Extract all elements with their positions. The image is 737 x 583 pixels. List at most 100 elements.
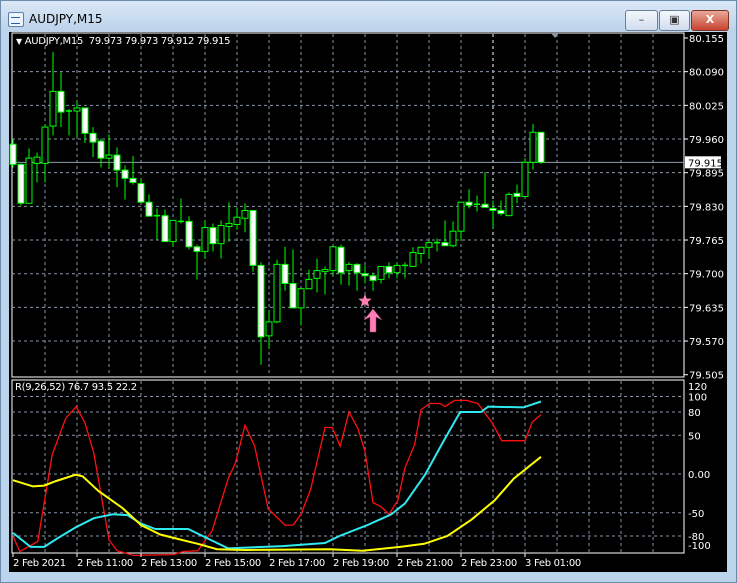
candle-body-bearish	[113, 154, 121, 171]
indicator-tick-label: -50	[688, 509, 704, 520]
candle	[337, 244, 345, 285]
candle-body-bearish	[81, 107, 89, 134]
candle	[513, 184, 521, 204]
time-tick-label: 2 Feb 11:00	[77, 558, 133, 569]
candle	[154, 208, 160, 240]
indicator-label: R(9,26,52) 76.7 93.5 22.2	[15, 382, 137, 393]
candle	[289, 249, 297, 309]
candle	[369, 272, 377, 291]
time-tick-label: 2 Feb 15:00	[205, 558, 261, 569]
candle-body-bullish	[41, 126, 49, 164]
candle	[66, 108, 72, 136]
candle-body-bullish	[225, 222, 233, 228]
candle-body-bearish	[137, 183, 145, 203]
time-tick-label: 2 Feb 19:00	[333, 558, 389, 569]
candle	[113, 147, 121, 188]
candle	[474, 195, 480, 212]
price-tick-label: 79.960	[689, 135, 724, 146]
candle-body-bearish	[481, 203, 489, 208]
candle-body-bullish	[305, 278, 313, 290]
candle	[353, 263, 361, 291]
candle-body-bearish	[361, 273, 369, 277]
candle-body-bullish	[417, 246, 425, 254]
candle	[505, 192, 513, 217]
candle-body-bullish	[73, 107, 81, 112]
candle	[17, 163, 25, 206]
candle-body-bullish	[393, 264, 401, 274]
price-tick-label: 79.570	[689, 337, 724, 348]
indicator-tick-label: -100	[688, 541, 711, 552]
indicator-line-yellow	[12, 456, 542, 552]
candle-body-bearish	[513, 192, 521, 198]
candle	[457, 201, 465, 241]
candle-body-bullish	[201, 227, 209, 252]
candle-body-bullish	[169, 219, 177, 243]
candle-body-bullish	[329, 246, 337, 272]
candle-body-bullish	[49, 90, 57, 127]
candle	[409, 247, 417, 267]
candle-body-bearish	[249, 209, 257, 266]
candle-body-bearish	[17, 163, 25, 204]
candle	[129, 156, 137, 185]
time-tick-label: 2 Feb 23:00	[461, 558, 517, 569]
candle	[305, 269, 313, 290]
candle	[425, 240, 433, 259]
candle	[465, 189, 473, 209]
candle-body-bullish	[33, 156, 41, 164]
candle	[178, 198, 184, 224]
candle	[313, 258, 321, 293]
candle	[241, 203, 249, 233]
candle-body-bullish	[313, 270, 321, 279]
candle	[393, 262, 401, 279]
candle-body-bearish	[57, 90, 65, 113]
candle	[257, 262, 265, 365]
candle-body-bullish	[409, 251, 417, 267]
candle	[281, 246, 289, 291]
collapse-arrow-icon[interactable]: ▼	[16, 37, 22, 46]
price-tick-label: 79.830	[689, 202, 724, 213]
candle-body-bearish	[193, 246, 201, 252]
candle	[321, 266, 329, 295]
candle	[345, 262, 353, 286]
candle	[185, 216, 193, 250]
candle-body-bullish	[521, 161, 529, 198]
candle	[209, 223, 217, 252]
candle	[273, 259, 281, 324]
price-tick-label: 79.700	[689, 270, 724, 281]
symbol-label: AUDJPY,M15	[24, 36, 84, 47]
candle-body-bullish	[217, 225, 225, 245]
candle	[297, 288, 305, 326]
candle	[402, 262, 408, 279]
candle	[217, 220, 225, 259]
indicator-tick-label: 0.00	[688, 470, 710, 481]
candle-body-bullish	[105, 154, 113, 159]
time-tick-label: 2 Feb 13:00	[141, 558, 197, 569]
candle	[41, 123, 49, 183]
candle	[73, 101, 81, 138]
candle-body-bearish	[465, 201, 473, 206]
candle-body-bullish	[345, 263, 353, 272]
candle-body-bullish	[297, 288, 305, 309]
candle	[377, 265, 385, 284]
candle	[417, 246, 425, 264]
indicator-tick-label: 50	[688, 431, 701, 442]
candle-body-bullish	[273, 263, 281, 323]
candle	[169, 219, 177, 247]
candle-body-bearish	[489, 207, 497, 211]
candle	[441, 220, 449, 247]
price-tick-label: 79.765	[689, 236, 724, 247]
candle	[385, 262, 393, 279]
candle	[249, 209, 257, 272]
time-tick-label: 2 Feb 17:00	[269, 558, 325, 569]
candle	[329, 246, 337, 276]
candle-body-bullish	[425, 242, 433, 248]
ohlc-readout: 79.973 79.973 79.912 79.915	[88, 36, 231, 47]
candle-body-bearish	[89, 132, 97, 143]
chart-plot[interactable]: 80.155 80.090 80.025 79.960 79.895 79.830 79.7…	[0, 0, 737, 583]
candle-body-bullish	[321, 269, 329, 273]
price-tick-label: 79.505	[689, 371, 724, 382]
candle-body-bearish	[9, 143, 17, 165]
candle-body-bearish	[209, 227, 217, 245]
candle-body-bearish	[537, 131, 545, 163]
candle	[489, 200, 497, 229]
